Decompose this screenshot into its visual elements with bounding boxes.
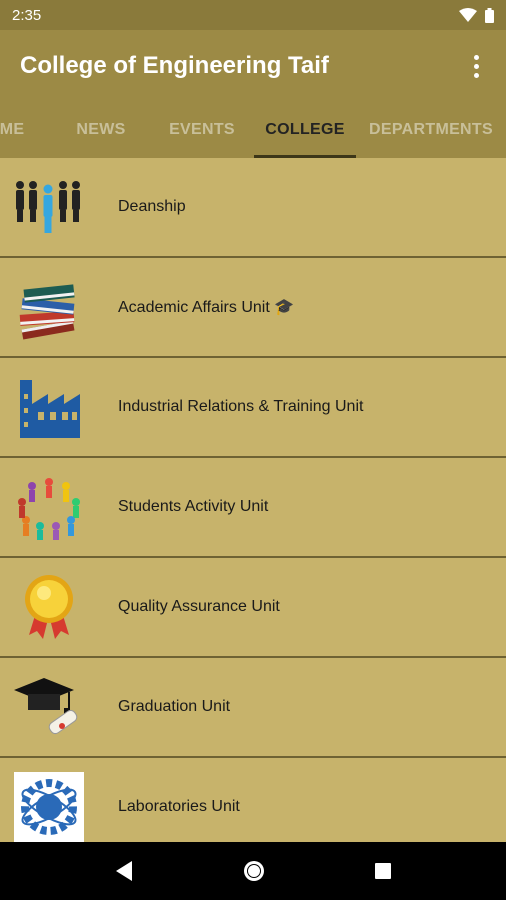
list-item-quality-assurance[interactable]: Quality Assurance Unit: [0, 558, 506, 658]
status-icons: [459, 7, 494, 23]
tab-bar: ME NEWS EVENTS COLLEGE DEPARTMENTS: [0, 102, 506, 158]
list-item-label: Deanship: [118, 198, 186, 215]
system-nav-bar: [0, 842, 506, 900]
tab-departments[interactable]: DEPARTMENTS: [364, 102, 498, 158]
people-group-icon: [14, 172, 84, 242]
lab-gear-atom-icon: [14, 772, 84, 842]
tab-events[interactable]: EVENTS: [152, 102, 252, 158]
list-item-laboratories[interactable]: Laboratories Unit: [0, 758, 506, 842]
list-item-industrial-relations[interactable]: Industrial Relations & Training Unit: [0, 358, 506, 458]
people-circle-icon: [14, 472, 84, 542]
home-icon[interactable]: [242, 859, 266, 883]
tab-home[interactable]: ME: [0, 102, 32, 158]
wifi-icon: [459, 8, 477, 22]
battery-icon: [485, 7, 494, 23]
list-item-label: Quality Assurance Unit: [118, 598, 280, 615]
status-time: 2:35: [12, 6, 42, 24]
app-title: College of Engineering Taif: [20, 52, 329, 79]
status-bar: 2:35: [0, 0, 506, 30]
list-item-label: Laboratories Unit: [118, 798, 240, 815]
graduation-cap-icon: [14, 672, 84, 742]
back-icon[interactable]: [114, 860, 134, 882]
list-item-academic-affairs[interactable]: Academic Affairs Unit 🎓: [0, 258, 506, 358]
tab-news[interactable]: NEWS: [52, 102, 150, 158]
list-item-graduation[interactable]: Graduation Unit: [0, 658, 506, 758]
books-stack-icon: [14, 272, 84, 342]
factory-icon: [14, 372, 84, 442]
list-item-deanship[interactable]: Deanship: [0, 158, 506, 258]
college-units-list: Deanship Academic Affairs Unit 🎓 Industr…: [0, 158, 506, 842]
tab-college[interactable]: COLLEGE: [254, 102, 356, 158]
award-medal-icon: [14, 572, 84, 642]
app-bar: College of Engineering Taif: [0, 30, 506, 102]
list-item-label: Students Activity Unit: [118, 498, 269, 515]
recents-icon[interactable]: [374, 862, 392, 880]
overflow-menu-icon[interactable]: [464, 48, 488, 84]
list-item-label: Graduation Unit: [118, 698, 231, 715]
list-item-label: Academic Affairs Unit 🎓: [118, 299, 295, 316]
list-item-label: Industrial Relations & Training Unit: [118, 398, 364, 415]
list-item-students-activity[interactable]: Students Activity Unit: [0, 458, 506, 558]
